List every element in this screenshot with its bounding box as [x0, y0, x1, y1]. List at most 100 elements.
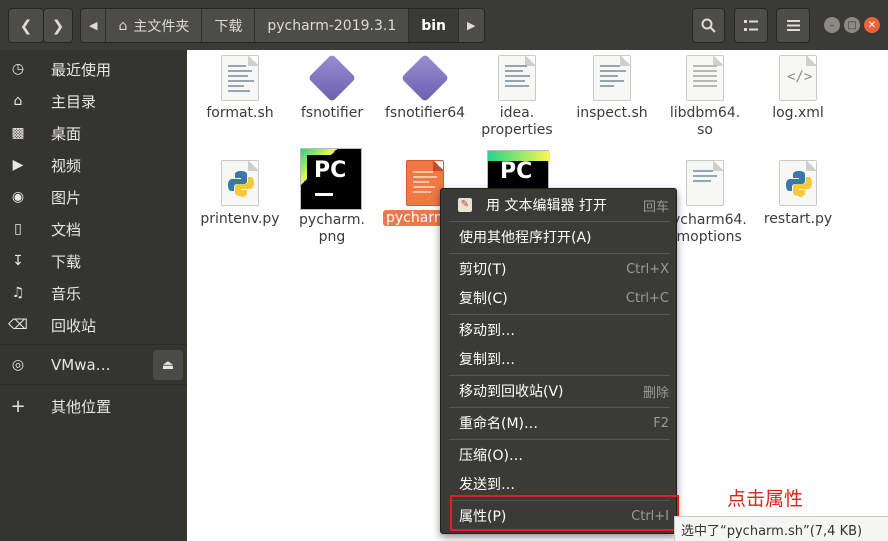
file-item[interactable]: idea. properties — [467, 55, 567, 140]
video-icon: ▶ — [12, 157, 24, 173]
sidebar-item-music[interactable]: ♫ 音乐 — [0, 277, 187, 309]
file-item[interactable]: </> log.xml — [748, 55, 848, 135]
breadcrumb-pycharm[interactable]: pycharm-2019.3.1 — [255, 9, 410, 42]
breadcrumb: ◀ ⌂ 主文件夹 下载 pycharm-2019.3.1 bin ▶ — [80, 8, 485, 43]
file-item[interactable]: restart.py — [748, 160, 848, 230]
menu-item-label: 移动到回收站(V) — [459, 384, 564, 400]
menu-separator — [449, 253, 670, 254]
menu-item-compress[interactable]: 压缩(O)… — [441, 441, 678, 469]
text-file-icon — [686, 160, 724, 206]
annotation-text: 点击属性 — [727, 488, 804, 510]
file-name: format.sh — [206, 105, 274, 121]
breadcrumb-scroll-right[interactable]: ▶ — [459, 9, 483, 42]
executable-icon — [307, 53, 357, 103]
menu-item-rename[interactable]: 重命名(M)… F2 — [441, 409, 678, 437]
breadcrumb-scroll-left[interactable]: ◀ — [81, 9, 107, 42]
sidebar-item-label: 图片 — [51, 188, 82, 207]
breadcrumb-bin[interactable]: bin — [409, 9, 460, 42]
file-name: restart.py — [763, 211, 833, 227]
eject-button[interactable]: ⏏ — [153, 350, 183, 380]
file-item[interactable]: fsnotifier — [282, 53, 382, 135]
menu-item-move-to-trash[interactable]: 移动到回收站(V) 删除 — [441, 377, 678, 405]
desktop-icon: ▩ — [11, 125, 25, 141]
menu-item-move-to[interactable]: 移动到… — [441, 316, 678, 344]
shell-script-icon — [406, 160, 444, 206]
back-button[interactable]: ❮ — [8, 8, 44, 43]
file-name: printenv.py — [200, 211, 280, 227]
pycharm-image-icon: PC — [300, 148, 362, 210]
home-icon: ⌂ — [118, 17, 128, 34]
menu-item-cut[interactable]: 剪切(T) Ctrl+X — [441, 255, 678, 283]
trash-icon: ⌫ — [8, 317, 28, 333]
maximize-icon: □ — [847, 19, 857, 31]
menu-item-shortcut: 回车 — [642, 199, 669, 215]
search-button[interactable] — [692, 8, 725, 43]
menu-item-open-text-editor[interactable]: ✎ 用 文本编辑器 打开 回车 — [441, 191, 678, 219]
file-name: pycharm. png — [299, 212, 365, 245]
file-item[interactable]: inspect.sh — [562, 55, 662, 135]
maximize-button[interactable]: □ — [844, 17, 860, 33]
menu-item-open-with[interactable]: 使用其他程序打开(A) — [441, 223, 678, 251]
python-file-icon — [779, 160, 817, 206]
annotation-highlight-box — [450, 495, 679, 531]
file-name: log.xml — [772, 105, 824, 121]
menu-separator — [449, 314, 670, 315]
breadcrumb-downloads[interactable]: 下载 — [202, 9, 256, 42]
breadcrumb-pycharm-label: pycharm-2019.3.1 — [267, 17, 397, 34]
menu-item-label: 复制到… — [459, 352, 515, 368]
file-item[interactable]: PC pycharm. png — [282, 147, 382, 247]
menu-item-copy[interactable]: 复制(C) Ctrl+C — [441, 284, 678, 312]
menu-separator — [449, 375, 670, 376]
sidebar-item-trash[interactable]: ⌫ 回收站 — [0, 309, 187, 341]
menu-item-label: 压缩(O)… — [459, 448, 523, 464]
sidebar-item-label: VMwa… — [51, 356, 111, 374]
file-name: libdbm64. so — [669, 105, 741, 138]
file-name: idea. properties — [481, 105, 553, 138]
sidebar-item-home[interactable]: ⌂ 主目录 — [0, 85, 187, 117]
file-item[interactable]: fsnotifier64 — [375, 53, 475, 135]
list-view-icon — [744, 19, 758, 31]
sidebar-item-label: 主目录 — [51, 92, 97, 111]
menu-item-send-to[interactable]: 发送到… — [441, 470, 678, 498]
sidebar-item-label: 视频 — [51, 156, 82, 175]
menu-separator — [449, 407, 670, 408]
file-item[interactable]: libdbm64. so — [655, 55, 755, 140]
sidebar-divider — [0, 344, 187, 345]
breadcrumb-home-label: 主文件夹 — [133, 18, 190, 35]
xml-file-icon: </> — [779, 55, 817, 101]
forward-button[interactable]: ❯ — [43, 8, 73, 43]
sidebar-item-videos[interactable]: ▶ 视频 — [0, 149, 187, 181]
search-icon — [701, 18, 716, 33]
sidebar-item-label: 最近使用 — [51, 60, 112, 79]
file-name: fsnotifier64 — [384, 105, 466, 121]
header-bar: ❮ ❯ ◀ ⌂ 主文件夹 下载 pycharm-2019.3.1 bin ▶ –… — [0, 0, 888, 50]
menu-item-copy-to[interactable]: 复制到… — [441, 345, 678, 373]
sidebar-item-other-locations[interactable]: + 其他位置 — [0, 390, 187, 422]
minimize-button[interactable]: – — [824, 17, 840, 33]
file-item[interactable]: printenv.py — [190, 160, 290, 230]
sidebar-item-recent[interactable]: ◷ 最近使用 — [0, 53, 187, 85]
view-toggle-button[interactable] — [734, 8, 768, 43]
menu-item-label: 用 文本编辑器 打开 — [486, 198, 607, 214]
context-menu: ✎ 用 文本编辑器 打开 回车 使用其他程序打开(A) 剪切(T) Ctrl+X… — [440, 188, 677, 534]
breadcrumb-home[interactable]: ⌂ 主文件夹 — [106, 9, 203, 42]
file-name: fsnotifier — [300, 105, 364, 121]
sidebar-item-documents[interactable]: ▯ 文档 — [0, 213, 187, 245]
executable-icon — [400, 53, 450, 103]
menu-item-label: 使用其他程序打开(A) — [459, 230, 592, 246]
file-name: inspect.sh — [576, 105, 648, 121]
menu-separator — [449, 439, 670, 440]
menu-button[interactable] — [776, 8, 810, 43]
sidebar-item-pictures[interactable]: ◉ 图片 — [0, 181, 187, 213]
file-item[interactable]: format.sh — [190, 55, 290, 135]
sidebar-item-desktop[interactable]: ▩ 桌面 — [0, 117, 187, 149]
menu-item-label: 发送到… — [459, 477, 515, 493]
menu-item-label: 剪切(T) — [459, 262, 507, 278]
close-icon: ✕ — [867, 19, 877, 31]
hamburger-icon — [786, 20, 800, 31]
clock-icon: ◷ — [11, 61, 25, 77]
menu-item-shortcut: 删除 — [642, 385, 669, 401]
close-button[interactable]: ✕ — [864, 17, 880, 33]
sidebar-item-downloads[interactable]: ↧ 下载 — [0, 245, 187, 277]
menu-item-shortcut: Ctrl+X — [626, 261, 669, 277]
